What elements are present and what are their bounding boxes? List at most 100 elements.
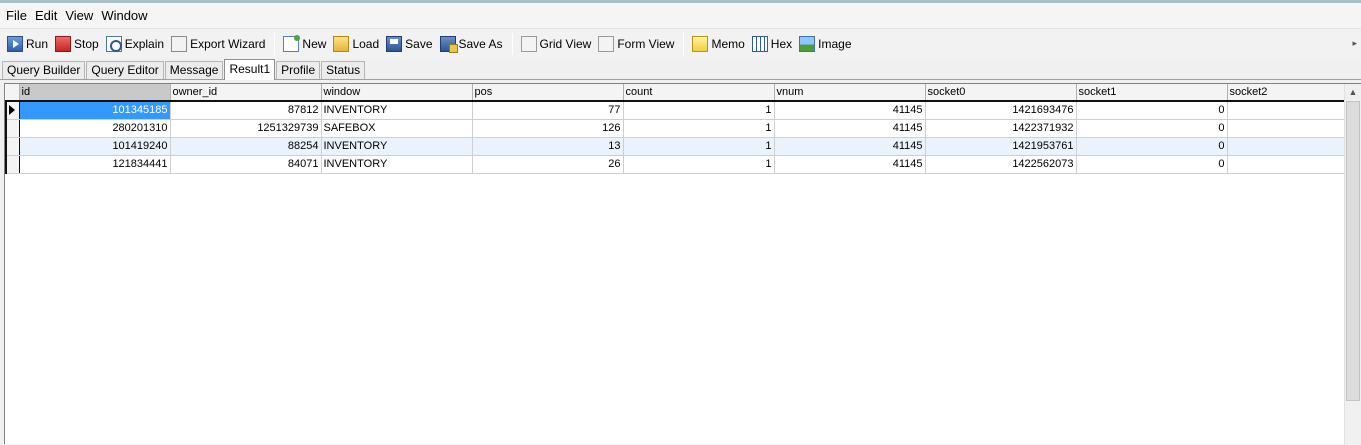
table-cell[interactable]: 88254 — [170, 137, 322, 156]
menu-edit[interactable]: Edit — [31, 8, 61, 23]
column-header-socket2[interactable]: socket2 — [1227, 84, 1348, 102]
image-button[interactable]: Image — [796, 32, 855, 56]
row-indicator[interactable] — [5, 119, 20, 138]
table-cell[interactable]: 41145 — [774, 137, 926, 156]
table-cell[interactable]: 41145 — [774, 101, 926, 120]
scroll-up-arrow-icon[interactable]: ▲ — [1345, 84, 1361, 101]
new-button[interactable]: New — [280, 32, 330, 56]
table-cell[interactable]: 41145 — [774, 119, 926, 138]
row-indicator[interactable] — [5, 101, 20, 120]
run-button[interactable]: Run — [4, 32, 52, 56]
table-cell[interactable]: 1 — [623, 137, 775, 156]
table-cell[interactable]: 1422371932 — [925, 119, 1077, 138]
explain-button[interactable]: Explain — [103, 32, 168, 56]
tab-query-editor[interactable]: Query Editor — [86, 61, 164, 79]
grid-view-label: Grid View — [539, 37, 592, 51]
table-cell[interactable]: 13 — [472, 137, 624, 156]
table-cell[interactable]: 0 — [1076, 137, 1228, 156]
stop-button[interactable]: Stop — [52, 32, 103, 56]
save-button[interactable]: Save — [383, 32, 436, 56]
table-cell[interactable]: 1421953761 — [925, 137, 1077, 156]
column-header-id[interactable]: id — [19, 84, 171, 102]
memo-icon — [692, 36, 709, 52]
table-cell[interactable]: 84071 — [170, 155, 322, 174]
table-cell[interactable]: 41145 — [774, 155, 926, 174]
load-icon — [333, 36, 350, 52]
vertical-scrollbar[interactable]: ▲ — [1344, 84, 1361, 445]
tab-message[interactable]: Message — [164, 61, 224, 79]
run-label: Run — [26, 37, 49, 51]
table-cell[interactable]: 101345185 — [19, 101, 171, 120]
table-row[interactable]: 101345185 87812 INVENTORY 77 1 41145 142… — [5, 101, 1348, 120]
tab-query-builder[interactable]: Query Builder — [2, 61, 86, 79]
export-wizard-icon — [171, 36, 188, 52]
table-cell[interactable]: 26 — [472, 155, 624, 174]
grid-view-button[interactable]: Grid View — [518, 32, 596, 56]
table-row[interactable]: 101419240 88254 INVENTORY 13 1 41145 142… — [5, 137, 1348, 156]
scrollbar-thumb[interactable] — [1346, 101, 1360, 401]
table-cell[interactable]: 280201310 — [19, 119, 171, 138]
result-tabs: Query Builder Query Editor Message Resul… — [0, 59, 1361, 80]
table-cell[interactable]: INVENTORY — [321, 137, 473, 156]
table-cell[interactable]: 1421693476 — [925, 101, 1077, 120]
table-cell[interactable]: 0 — [1076, 101, 1228, 120]
menu-window[interactable]: Window — [97, 8, 151, 23]
row-indicator[interactable] — [5, 155, 20, 174]
column-header-owner-id[interactable]: owner_id — [170, 84, 322, 102]
table-cell[interactable]: 1422562073 — [925, 155, 1077, 174]
result-grid[interactable]: id owner_id window pos count vnum socket… — [4, 83, 1361, 445]
export-wizard-button[interactable]: Export Wizard — [168, 32, 269, 56]
table-cell[interactable]: 126 — [472, 119, 624, 138]
table-cell[interactable] — [1227, 101, 1348, 120]
toolbar-overflow-chevron-icon[interactable]: ▸ — [1352, 38, 1357, 49]
column-header-pos[interactable]: pos — [472, 84, 624, 102]
save-as-button[interactable]: Save As — [437, 32, 507, 56]
table-row[interactable]: 121834441 84071 INVENTORY 26 1 41145 142… — [5, 155, 1348, 174]
hex-button[interactable]: Hex — [749, 32, 796, 56]
save-as-icon — [439, 36, 458, 53]
table-cell[interactable]: 0 — [1076, 155, 1228, 174]
load-button[interactable]: Load — [330, 32, 383, 56]
table-cell[interactable]: INVENTORY — [321, 101, 473, 120]
memo-label: Memo — [711, 37, 745, 51]
table-cell[interactable]: 1 — [623, 119, 775, 138]
current-row-arrow-icon — [9, 105, 15, 116]
table-cell[interactable]: 1 — [623, 101, 775, 120]
table-cell[interactable]: 101419240 — [19, 137, 171, 156]
table-cell[interactable] — [1227, 119, 1348, 138]
table-cell[interactable]: 1 — [623, 155, 775, 174]
column-header-count[interactable]: count — [623, 84, 775, 102]
form-view-button[interactable]: Form View — [595, 32, 678, 56]
memo-button[interactable]: Memo — [689, 32, 748, 56]
table-cell[interactable]: 0 — [1076, 119, 1228, 138]
table-cell[interactable]: 121834441 — [19, 155, 171, 174]
image-label: Image — [818, 37, 852, 51]
new-icon — [283, 35, 301, 52]
menu-view[interactable]: View — [61, 8, 97, 23]
table-cell[interactable] — [1227, 155, 1348, 174]
toolbar-separator — [274, 33, 276, 55]
load-label: Load — [352, 37, 380, 51]
table-cell[interactable]: INVENTORY — [321, 155, 473, 174]
column-header-socket0[interactable]: socket0 — [925, 84, 1077, 102]
menu-file[interactable]: File — [2, 8, 31, 23]
table-cell[interactable]: 77 — [472, 101, 624, 120]
tab-profile[interactable]: Profile — [276, 61, 321, 79]
tab-result1[interactable]: Result1 — [224, 59, 276, 80]
save-icon — [386, 36, 403, 52]
new-label: New — [302, 37, 327, 51]
image-icon — [799, 36, 816, 52]
save-as-label: Save As — [458, 37, 503, 51]
table-cell[interactable]: 87812 — [170, 101, 322, 120]
table-cell[interactable] — [1227, 137, 1348, 156]
save-label: Save — [405, 37, 433, 51]
row-indicator[interactable] — [5, 137, 20, 156]
tab-status[interactable]: Status — [321, 61, 366, 79]
column-header-socket1[interactable]: socket1 — [1076, 84, 1228, 102]
table-cell[interactable]: SAFEBOX — [321, 119, 473, 138]
column-header-vnum[interactable]: vnum — [774, 84, 926, 102]
column-header-window[interactable]: window — [321, 84, 473, 102]
toolbar-separator — [511, 33, 513, 55]
table-cell[interactable]: 1251329739 — [170, 119, 322, 138]
table-row[interactable]: 280201310 1251329739 SAFEBOX 126 1 41145… — [5, 119, 1348, 138]
